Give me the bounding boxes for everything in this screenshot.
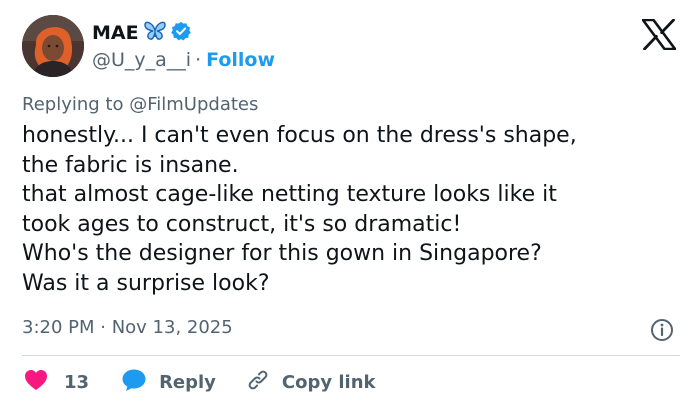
tweet-text: honestly... I can't even focus on the dr… xyxy=(22,121,682,298)
tweet-timestamp[interactable]: 3:20 PM · Nov 13, 2025 xyxy=(22,317,233,338)
info-icon[interactable] xyxy=(650,318,674,342)
divider xyxy=(22,355,680,356)
separator-dot: · xyxy=(195,49,202,71)
reply-bubble-icon xyxy=(121,368,147,396)
link-icon xyxy=(246,368,270,396)
copy-link-button[interactable]: Copy link xyxy=(246,368,376,396)
like-button[interactable]: 13 xyxy=(24,369,89,395)
author-handle-row: @U_y_a__i · Follow xyxy=(92,48,275,72)
tweet-line: Who's the designer for this gown in Sing… xyxy=(22,241,542,266)
follow-button[interactable]: Follow xyxy=(206,49,275,71)
verified-badge-icon xyxy=(170,21,191,45)
display-name[interactable]: MAE xyxy=(92,22,139,44)
butterfly-icon xyxy=(143,20,167,46)
tweet-line: that almost cage-like netting texture lo… xyxy=(22,182,557,207)
tweet-line: Was it a surprise look? xyxy=(22,270,270,296)
copy-link-label: Copy link xyxy=(281,371,376,393)
tweet-actions: 13 Reply Copy link xyxy=(24,368,376,396)
avatar[interactable] xyxy=(22,15,84,77)
x-logo-icon[interactable] xyxy=(641,18,677,51)
like-count: 13 xyxy=(64,371,90,393)
reply-label: Reply xyxy=(159,371,216,393)
replying-to-line: Replying to @FilmUpdates xyxy=(22,94,258,115)
author-handle[interactable]: @U_y_a__i xyxy=(92,49,191,71)
reply-button[interactable]: Reply xyxy=(121,368,216,396)
heart-icon xyxy=(24,369,48,395)
tweet-line: the fabric is insane. xyxy=(22,152,239,178)
author-name-row: MAE xyxy=(92,20,191,46)
tweet-line: took ages to construct, it's so dramatic… xyxy=(22,211,462,237)
tweet-card: MAE @U_y_a__i · Follow Replying to @Film… xyxy=(0,0,700,410)
reply-mention-link[interactable]: @FilmUpdates xyxy=(129,94,258,115)
replying-to-prefix: Replying to xyxy=(22,94,124,115)
tweet-line: honestly... I can't even focus on the dr… xyxy=(22,123,577,148)
